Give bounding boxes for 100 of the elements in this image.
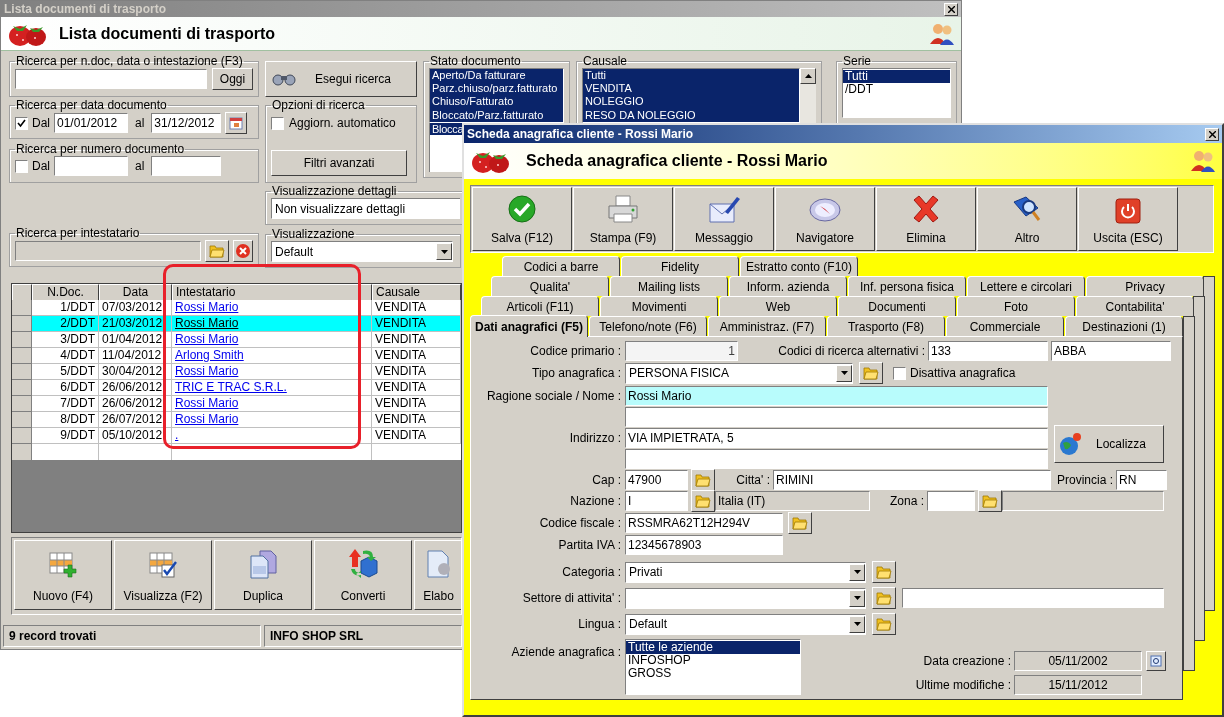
- toolbar-button[interactable]: Stampa (F9): [573, 187, 673, 251]
- row-selector[interactable]: [12, 348, 32, 364]
- date-field[interactable]: 05/11/2002: [1014, 651, 1142, 671]
- text-field[interactable]: [927, 490, 975, 511]
- list-item[interactable]: Chiuso/Fatturato: [430, 95, 563, 109]
- text-field[interactable]: 12345678903: [625, 535, 783, 555]
- tab[interactable]: Inform. azienda: [729, 276, 847, 296]
- text-field[interactable]: I: [625, 490, 688, 511]
- folder-button[interactable]: [872, 561, 896, 583]
- table-row[interactable]: 6/DDT 26/06/2012 TRIC E TRAC S.R.L. VENDITA: [12, 380, 461, 396]
- folder-button[interactable]: [872, 587, 896, 609]
- table-row[interactable]: 5/DDT 30/04/2012 Rossi Mario VENDITA: [12, 364, 461, 380]
- list-box[interactable]: Tutte le aziende INFOSHOP GROSS: [625, 639, 801, 695]
- country-name-field[interactable]: Italia (IT): [715, 490, 870, 511]
- zone-name-field[interactable]: [1002, 490, 1164, 511]
- search-field[interactable]: [15, 69, 207, 89]
- row-selector[interactable]: [12, 412, 32, 428]
- tab[interactable]: Estratto conto (F10): [740, 256, 858, 276]
- date-field[interactable]: 01/01/2012: [54, 113, 128, 133]
- row-selector[interactable]: [12, 396, 32, 412]
- tab[interactable]: Documenti: [838, 296, 956, 316]
- tab[interactable]: Privacy: [1086, 276, 1204, 296]
- row-selector[interactable]: [12, 380, 32, 396]
- tab[interactable]: Telefono/note (F6): [589, 316, 707, 336]
- date-field[interactable]: 31/12/2012: [151, 113, 222, 133]
- table-row[interactable]: 7/DDT 26/06/2012 Rossi Mario VENDITA: [12, 396, 461, 412]
- text-field[interactable]: [625, 406, 1048, 427]
- tab[interactable]: Trasporto (F8): [827, 316, 945, 336]
- list-item[interactable]: Aperto/Da fatturare: [430, 69, 563, 83]
- scrollbar[interactable]: [800, 68, 816, 123]
- toolbar-button[interactable]: Salva (F12): [472, 187, 572, 251]
- toolbar-button[interactable]: Altro: [977, 187, 1077, 251]
- holder-link[interactable]: Rossi Mario: [175, 364, 239, 379]
- number-field[interactable]: [151, 156, 222, 176]
- toolbar-button[interactable]: Uscita (ESC): [1078, 187, 1178, 251]
- holder-link[interactable]: Rossi Mario: [175, 316, 239, 331]
- date-field[interactable]: 15/11/2012: [1014, 675, 1142, 695]
- list-item[interactable]: Tutte le aziende: [626, 641, 800, 654]
- list-item[interactable]: Tutti: [583, 69, 799, 83]
- folder-button[interactable]: [205, 240, 229, 262]
- holder-link[interactable]: .: [175, 428, 179, 443]
- text-field[interactable]: RN: [1116, 469, 1167, 490]
- list-item[interactable]: INFOSHOP: [626, 654, 800, 667]
- details-button[interactable]: [1146, 651, 1166, 671]
- checkbox[interactable]: [893, 366, 906, 380]
- folder-button[interactable]: [872, 613, 896, 635]
- today-button[interactable]: Oggi: [212, 68, 253, 90]
- list-item[interactable]: NOLEGGIO: [583, 95, 799, 109]
- text-field[interactable]: Rossi Mario: [625, 385, 1048, 406]
- text-field[interactable]: RIMINI: [773, 469, 1051, 490]
- tab[interactable]: Codici a barre: [502, 256, 620, 276]
- list-item[interactable]: /DDT: [843, 83, 950, 96]
- list-box[interactable]: Tutti /DDT: [842, 68, 951, 118]
- table-row[interactable]: 1/DDT 07/03/2012 Rossi Mario VENDITA: [12, 300, 461, 316]
- text-field[interactable]: 133: [928, 340, 1048, 361]
- holder-link[interactable]: Rossi Mario: [175, 396, 239, 411]
- dropdown-field[interactable]: Privati: [625, 561, 866, 583]
- locate-button[interactable]: Localizza: [1054, 425, 1164, 463]
- tab[interactable]: Inf. persona fisica: [848, 276, 966, 296]
- dropdown-field[interactable]: PERSONA FISICA: [625, 362, 853, 384]
- tab[interactable]: Dati anagrafici (F5): [470, 315, 588, 337]
- folder-button[interactable]: [978, 489, 1002, 512]
- dropdown-field[interactable]: [625, 587, 866, 609]
- row-selector[interactable]: [12, 300, 32, 316]
- text-field[interactable]: RSSMRA62T12H294V: [625, 512, 783, 533]
- table-row[interactable]: 8/DDT 26/07/2012 Rossi Mario VENDITA: [12, 412, 461, 428]
- tab[interactable]: Lettere e circolari: [967, 276, 1085, 296]
- list-item[interactable]: VENDITA: [583, 82, 799, 96]
- tab[interactable]: Articoli (F11): [481, 296, 599, 316]
- calendar-button[interactable]: [225, 112, 248, 134]
- list-box[interactable]: Aperto/Da fatturare Parz.chiuso/parz.fatturato Chiuso/Fatturato Bloccato/Parz.fatturato: [429, 68, 564, 123]
- row-selector[interactable]: [12, 428, 32, 444]
- clear-button[interactable]: [233, 240, 253, 262]
- folder-button[interactable]: [859, 362, 883, 384]
- table-row[interactable]: 9/DDT 05/10/2012 . VENDITA: [12, 428, 461, 444]
- checkbox[interactable]: [15, 116, 28, 130]
- toolbar-button[interactable]: Duplica: [214, 540, 312, 610]
- dropdown-field[interactable]: Default: [625, 613, 866, 635]
- toolbar-button[interactable]: Converti: [314, 540, 412, 610]
- table-row[interactable]: 2/DDT 21/03/2012 Rossi Mario VENDITA: [12, 316, 461, 332]
- folder-button[interactable]: [788, 511, 812, 534]
- dropdown-field[interactable]: Default: [271, 241, 453, 262]
- toolbar-button[interactable]: Elimina: [876, 187, 976, 251]
- table-row[interactable]: 4/DDT 11/04/2012 Arlong Smith VENDITA: [12, 348, 461, 364]
- toolbar-button[interactable]: Navigatore: [775, 187, 875, 251]
- tab[interactable]: Foto: [957, 296, 1075, 316]
- text-field[interactable]: [625, 448, 1048, 469]
- list-item[interactable]: GROSS: [626, 667, 800, 680]
- tab[interactable]: Amministraz. (F7): [708, 316, 826, 336]
- holder-field[interactable]: [15, 241, 201, 261]
- text-field[interactable]: 1: [625, 340, 738, 361]
- list-box[interactable]: Tutti VENDITA NOLEGGIO RESO DA NOLEGGIO: [582, 68, 800, 123]
- tab[interactable]: Movimenti: [600, 296, 718, 316]
- checkbox[interactable]: [15, 159, 28, 173]
- tab[interactable]: Web: [719, 296, 837, 316]
- tab[interactable]: Fidelity: [621, 256, 739, 276]
- toolbar-button[interactable]: Nuovo (F4): [14, 540, 112, 610]
- row-selector[interactable]: [12, 332, 32, 348]
- row-selector[interactable]: [12, 364, 32, 380]
- holder-link[interactable]: Rossi Mario: [175, 300, 239, 315]
